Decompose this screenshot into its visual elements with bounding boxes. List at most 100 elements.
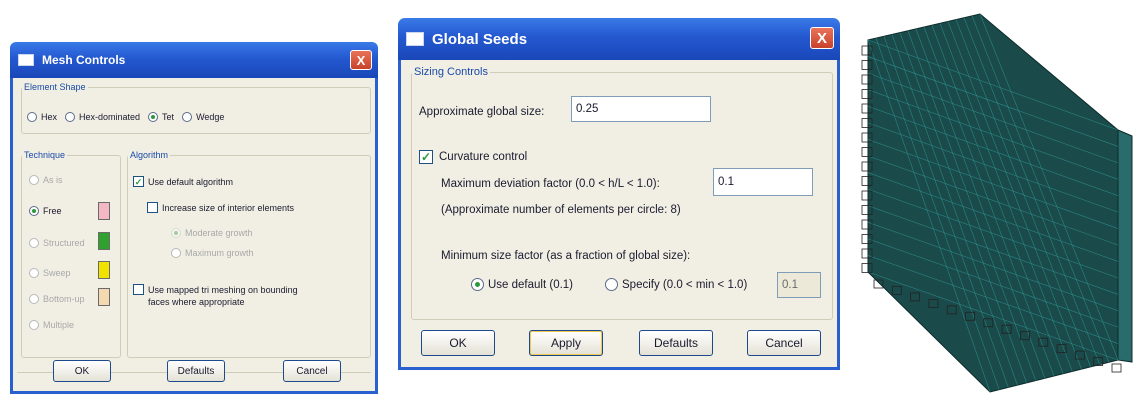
- label-hex-dominated: Hex-dominated: [79, 112, 141, 122]
- window-icon: [406, 32, 424, 46]
- apply-button[interactable]: Apply: [529, 330, 603, 356]
- close-icon: X: [356, 52, 366, 68]
- cancel-button[interactable]: Cancel: [747, 330, 821, 356]
- use-default-option[interactable]: Use default (0.1): [471, 278, 573, 291]
- mesh-side-face: [1117, 129, 1133, 363]
- radio-use-default[interactable]: [471, 278, 484, 291]
- checkbox-increase-size[interactable]: [147, 202, 158, 213]
- tet-mesh-render: [861, 13, 1133, 393]
- label-structured: Structured: [43, 238, 85, 248]
- specify-value: 0.1: [782, 279, 798, 291]
- radio-structured[interactable]: [29, 238, 39, 248]
- use-mapped-text: Use mapped tri meshing on bounding faces…: [148, 284, 298, 308]
- close-button[interactable]: X: [350, 50, 372, 70]
- radio-hex-dominated[interactable]: [65, 112, 76, 122]
- dialog-title: Global Seeds: [432, 30, 528, 48]
- label-moderate-growth: Moderate growth: [185, 228, 253, 238]
- technique-bottom-up[interactable]: Bottom-up: [29, 294, 85, 304]
- defaults-label: Defaults: [653, 336, 699, 350]
- radio-bottom-up[interactable]: [29, 294, 39, 304]
- approx-size-label: Approximate global size:: [419, 106, 544, 118]
- algorithm-legend: Algorithm: [130, 150, 169, 160]
- max-deviation-label: Maximum deviation factor (0.0 < h/L < 1.…: [441, 178, 660, 190]
- checkbox-curvature[interactable]: ✓: [419, 150, 433, 164]
- radio-multiple[interactable]: [29, 320, 39, 330]
- max-deviation-input[interactable]: 0.1: [713, 168, 813, 196]
- technique-legend: Technique: [24, 150, 66, 160]
- cancel-button[interactable]: Cancel: [283, 360, 341, 382]
- specify-input[interactable]: 0.1: [777, 272, 821, 298]
- defaults-button[interactable]: Defaults: [167, 360, 225, 382]
- swatch-sweep: [98, 261, 110, 279]
- ok-button[interactable]: OK: [421, 330, 495, 356]
- element-shape-legend: Element Shape: [24, 82, 86, 92]
- approx-size-input[interactable]: 0.25: [571, 96, 711, 122]
- cancel-label: Cancel: [296, 365, 328, 377]
- technique-sweep[interactable]: Sweep: [29, 268, 71, 278]
- swatch-bottom-up: [98, 288, 110, 306]
- label-use-mapped-line2: faces where appropriate: [148, 297, 245, 307]
- approx-elements-label: (Approximate number of elements per circ…: [441, 204, 681, 216]
- radio-specify[interactable]: [605, 278, 618, 291]
- label-maximum-growth: Maximum growth: [185, 248, 254, 258]
- radio-maximum-growth[interactable]: [171, 248, 181, 258]
- technique-free[interactable]: Free: [29, 206, 62, 216]
- cancel-label: Cancel: [765, 336, 803, 350]
- label-increase-size: Increase size of interior elements: [162, 202, 295, 213]
- defaults-label: Defaults: [177, 365, 215, 377]
- technique-structured[interactable]: Structured: [29, 238, 85, 248]
- close-button[interactable]: X: [810, 27, 834, 49]
- global-seeds-dialog: Global Seeds X Sizing Controls Approxima…: [398, 18, 840, 370]
- use-mapped-option[interactable]: Use mapped tri meshing on bounding faces…: [133, 284, 298, 308]
- global-seeds-body: Sizing Controls Approximate global size:…: [398, 60, 840, 370]
- use-default-algorithm[interactable]: ✓ Use default algorithm: [133, 176, 233, 187]
- radio-tet[interactable]: [148, 112, 159, 122]
- ok-label: OK: [74, 365, 90, 377]
- label-curvature: Curvature control: [439, 151, 528, 163]
- label-use-mapped-line1: Use mapped tri meshing on bounding: [148, 285, 298, 295]
- label-wedge: Wedge: [196, 112, 225, 122]
- radio-moderate-growth[interactable]: [171, 228, 181, 238]
- ok-label: OK: [449, 336, 467, 350]
- defaults-button[interactable]: Defaults: [639, 330, 713, 356]
- radio-free[interactable]: [29, 206, 39, 216]
- swatch-structured: [98, 232, 110, 250]
- max-deviation-text: Maximum deviation factor (0.0 < h/L < 1.…: [441, 178, 660, 190]
- radio-hex[interactable]: [27, 112, 37, 122]
- moderate-growth-option[interactable]: Moderate growth: [171, 228, 253, 238]
- mesh-front-face: [867, 13, 1119, 393]
- mesh-viewport: [861, 13, 1133, 393]
- mesh-element-marker: [1111, 363, 1122, 373]
- sizing-controls-legend: Sizing Controls: [414, 66, 488, 78]
- close-icon: X: [816, 29, 827, 47]
- mesh-controls-titlebar[interactable]: Mesh Controls X: [10, 42, 378, 78]
- dialog-title: Mesh Controls: [42, 53, 126, 67]
- increase-size-option[interactable]: Increase size of interior elements: [147, 202, 294, 213]
- label-hex: Hex: [41, 112, 58, 122]
- radio-wedge[interactable]: [182, 112, 193, 122]
- label-specify: Specify (0.0 < min < 1.0): [622, 278, 748, 291]
- ok-button[interactable]: OK: [53, 360, 111, 382]
- curvature-control[interactable]: ✓ Curvature control: [419, 150, 527, 164]
- technique-multiple[interactable]: Multiple: [29, 320, 74, 330]
- approx-size-text: Approximate global size:: [419, 106, 545, 118]
- element-shape-group: Element Shape: [21, 82, 371, 134]
- checkbox-default-algorithm[interactable]: ✓: [133, 176, 144, 187]
- label-multiple: Multiple: [43, 320, 75, 330]
- min-size-label: Minimum size factor (as a fraction of gl…: [441, 250, 690, 262]
- label-bottom-up: Bottom-up: [43, 294, 85, 304]
- label-use-default: Use default (0.1): [488, 278, 574, 291]
- checkbox-use-mapped[interactable]: [133, 284, 144, 295]
- specify-option[interactable]: Specify (0.0 < min < 1.0): [605, 278, 747, 291]
- label-default-algorithm: Use default algorithm: [148, 176, 234, 187]
- approx-size-value: 0.25: [576, 103, 599, 115]
- label-as-is: As is: [43, 175, 63, 185]
- radio-as-is[interactable]: [29, 175, 39, 185]
- global-seeds-titlebar[interactable]: Global Seeds X: [398, 18, 840, 60]
- technique-as-is[interactable]: As is: [29, 175, 63, 185]
- maximum-growth-option[interactable]: Maximum growth: [171, 248, 254, 258]
- radio-sweep[interactable]: [29, 268, 39, 278]
- element-shape-options: Hex Hex-dominated Tet Wedge: [27, 112, 224, 122]
- label-free: Free: [43, 206, 62, 216]
- apply-label: Apply: [550, 336, 582, 350]
